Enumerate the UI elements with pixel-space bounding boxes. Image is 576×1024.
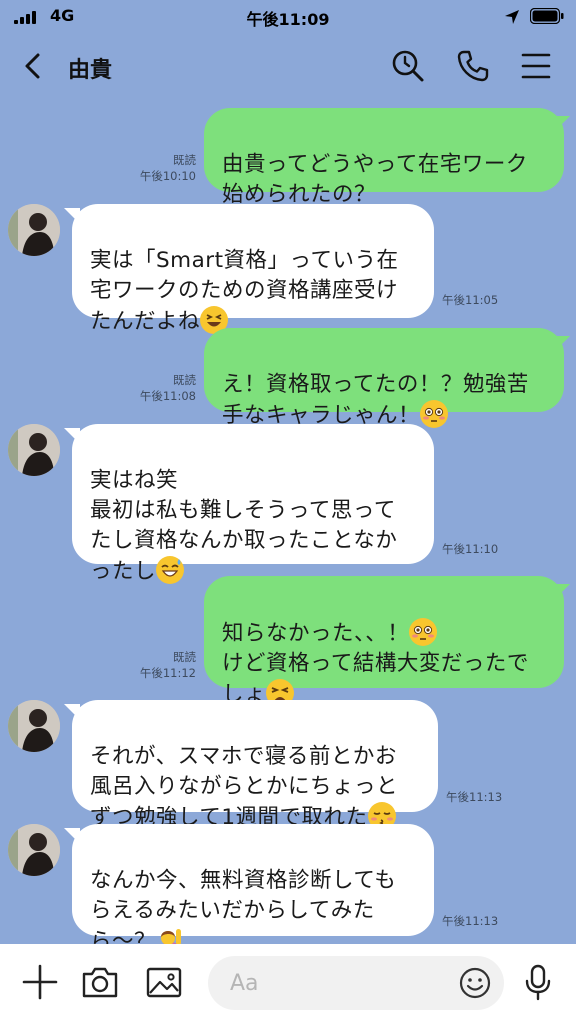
bubble-tail [64,704,80,720]
chat-title: 由貴 [68,58,113,83]
message-time: 午後11:08 [139,389,196,403]
flushed-emoji-icon [420,400,449,428]
message-bubble[interactable]: 由貴ってどうやって在宅ワーク 始められたの？ [204,108,564,207]
search-icon[interactable] [390,48,426,84]
menu-icon[interactable] [518,48,554,84]
sweat-smile-emoji-icon [156,556,185,584]
message-time: 午後10:10 [139,169,196,183]
message-bubble[interactable]: 実はね笑 最初は私も難しそうって思って たし資格なんか取ったことなか ったし [72,424,434,584]
bubble-tail [64,828,80,844]
avatar[interactable] [8,824,60,876]
message-text: え！資格取ってたの！？勉強苦 手なキャラじゃん！ [222,372,529,428]
message-bubble[interactable]: それが、スマホで寝る前とかお 風呂入りながらとかにちょっと ずつ勉強して1週間で… [72,700,438,830]
message-time: 午後11:05 [442,293,499,307]
read-receipt: 既読 [173,373,196,387]
message-time: 午後11:13 [442,914,499,928]
chat-screen: 4G 午後11:09 由貴 既読 午後10:10 由貴ってどうやって在宅ワーク … [0,0,576,1024]
plus-icon[interactable] [20,962,60,1002]
message-text: なんか今、無料資格診断しても らえるみたいだからしてみた ら〜？ [90,868,397,954]
message-text: 知らなかった、、！ [222,621,410,646]
message-bubble[interactable]: なんか今、無料資格診断しても らえるみたいだからしてみた ら〜？ [72,824,434,954]
message-bubble[interactable]: 実は「Smart資格」っていう在 宅ワークのための資格講座受け たんだよね [72,204,434,334]
message-time: 午後11:10 [442,542,499,556]
avatar[interactable] [8,204,60,256]
location-arrow-icon [505,10,519,24]
message-bubble[interactable]: え！資格取ってたの！？勉強苦 手なキャラじゃん！ [204,328,564,428]
chat-header: 由貴 [0,38,576,94]
message-time: 午後11:13 [446,790,503,804]
message-input-bar [0,944,576,1024]
message-text: 由貴ってどうやって在宅ワーク 始められたの？ [222,152,528,207]
avatar[interactable] [8,424,60,476]
message-text: それが、スマホで寝る前とかお 風呂入りながらとかにちょっと ずつ勉強して1週間で… [90,744,399,830]
message-text: 実はね笑 最初は私も難しそうって思って たし資格なんか取ったことなか ったし [90,468,398,584]
camera-icon[interactable] [80,962,120,1002]
status-time: 午後11:09 [246,10,330,29]
read-receipt: 既読 [173,153,196,167]
phone-icon[interactable] [455,48,491,84]
message-text: 実は「Smart資格」っていう在 宅ワークのための資格講座受け たんだよね [90,248,399,334]
status-bar: 4G 午後11:09 [0,0,576,34]
battery-icon [530,8,564,24]
message-bubble[interactable]: 知らなかった、、！ けど資格って結構大変だったで しょ [204,576,564,707]
avatar[interactable] [8,700,60,752]
smiley-icon[interactable] [458,966,492,1000]
image-icon[interactable] [144,962,184,1002]
microphone-icon[interactable] [518,962,558,1002]
read-receipt: 既読 [173,650,196,664]
flushed-emoji-icon [409,618,438,646]
back-icon[interactable] [18,50,48,82]
message-time: 午後11:12 [139,666,196,680]
